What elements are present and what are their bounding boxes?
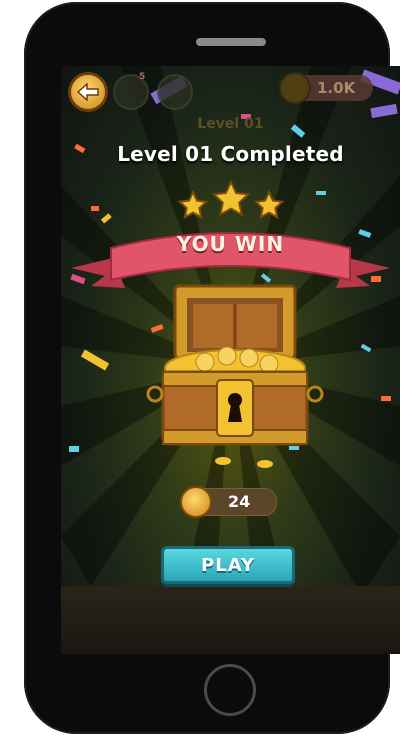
coin-icon <box>279 72 311 104</box>
reward-coins: 24 <box>180 486 277 518</box>
arrow-left-icon <box>77 83 99 101</box>
treasure-chest-icon <box>146 284 324 468</box>
ground-platform <box>61 586 400 654</box>
hud-menu-button[interactable] <box>157 74 193 110</box>
star-icon <box>211 179 251 217</box>
game-screen: 5 1.0K Level 01 Level 01 Completed YOU W… <box>61 66 400 654</box>
star-icon <box>253 189 285 220</box>
reward-coin-count: 24 <box>228 492 251 511</box>
star-icon <box>177 189 209 220</box>
level-label-background: Level 01 <box>197 116 264 132</box>
badge-count: 5 <box>139 72 146 82</box>
play-button[interactable]: PLAY <box>161 546 295 584</box>
coin-total: 1.0K <box>317 79 356 97</box>
phone-frame: 5 1.0K Level 01 Level 01 Completed YOU W… <box>24 2 400 734</box>
win-banner-text: YOU WIN <box>176 232 285 256</box>
coin-balance: 1.0K <box>279 72 373 104</box>
phone-speaker <box>196 38 266 46</box>
hud-badge-button[interactable]: 5 <box>113 72 149 110</box>
play-button-label: PLAY <box>201 554 255 576</box>
home-button[interactable] <box>204 664 256 716</box>
level-complete-title: Level 01 Completed <box>117 142 344 166</box>
coin-icon <box>180 486 212 518</box>
back-button[interactable] <box>68 72 108 112</box>
